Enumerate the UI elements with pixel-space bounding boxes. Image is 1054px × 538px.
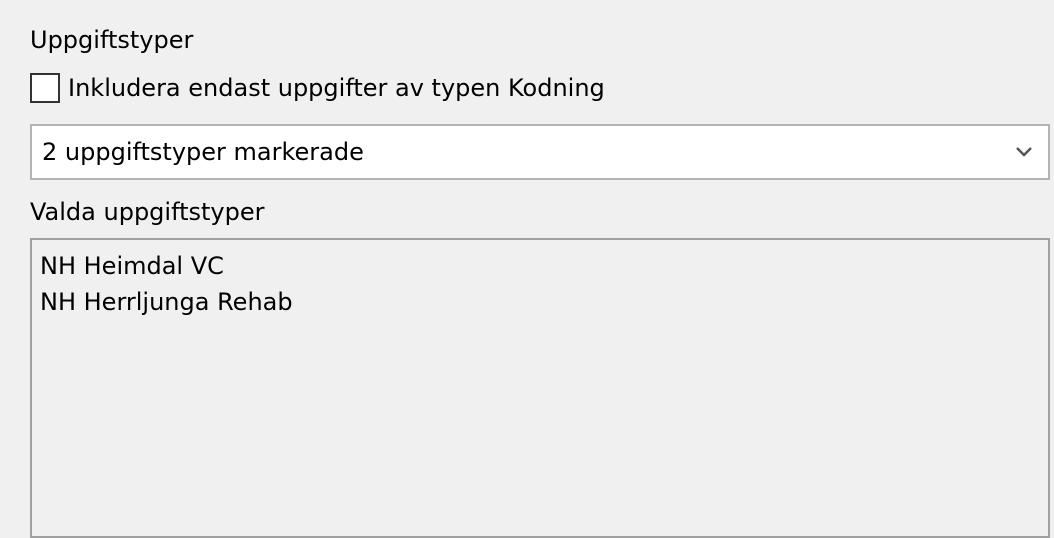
task-types-dropdown-value[interactable]: 2 uppgiftstyper markerade — [32, 134, 1000, 170]
only-coding-tasks-label[interactable]: Inkludera endast uppgifter av typen Kodn… — [68, 70, 605, 106]
only-coding-tasks-checkbox[interactable] — [30, 73, 60, 103]
only-coding-tasks-checkbox-row[interactable]: Inkludera endast uppgifter av typen Kodn… — [30, 68, 605, 108]
list-item[interactable]: NH Herrljunga Rehab — [40, 284, 1040, 320]
selected-task-types-title: Valda uppgiftstyper — [30, 198, 265, 226]
section-title: Uppgiftstyper — [30, 26, 194, 54]
chevron-down-icon[interactable] — [1000, 126, 1048, 178]
list-item[interactable]: NH Heimdal VC — [40, 248, 1040, 284]
selected-task-types-listbox[interactable]: NH Heimdal VC NH Herrljunga Rehab — [30, 238, 1050, 538]
task-types-panel: Uppgiftstyper Inkludera endast uppgifter… — [0, 0, 1054, 538]
task-types-dropdown[interactable]: 2 uppgiftstyper markerade — [30, 124, 1050, 180]
